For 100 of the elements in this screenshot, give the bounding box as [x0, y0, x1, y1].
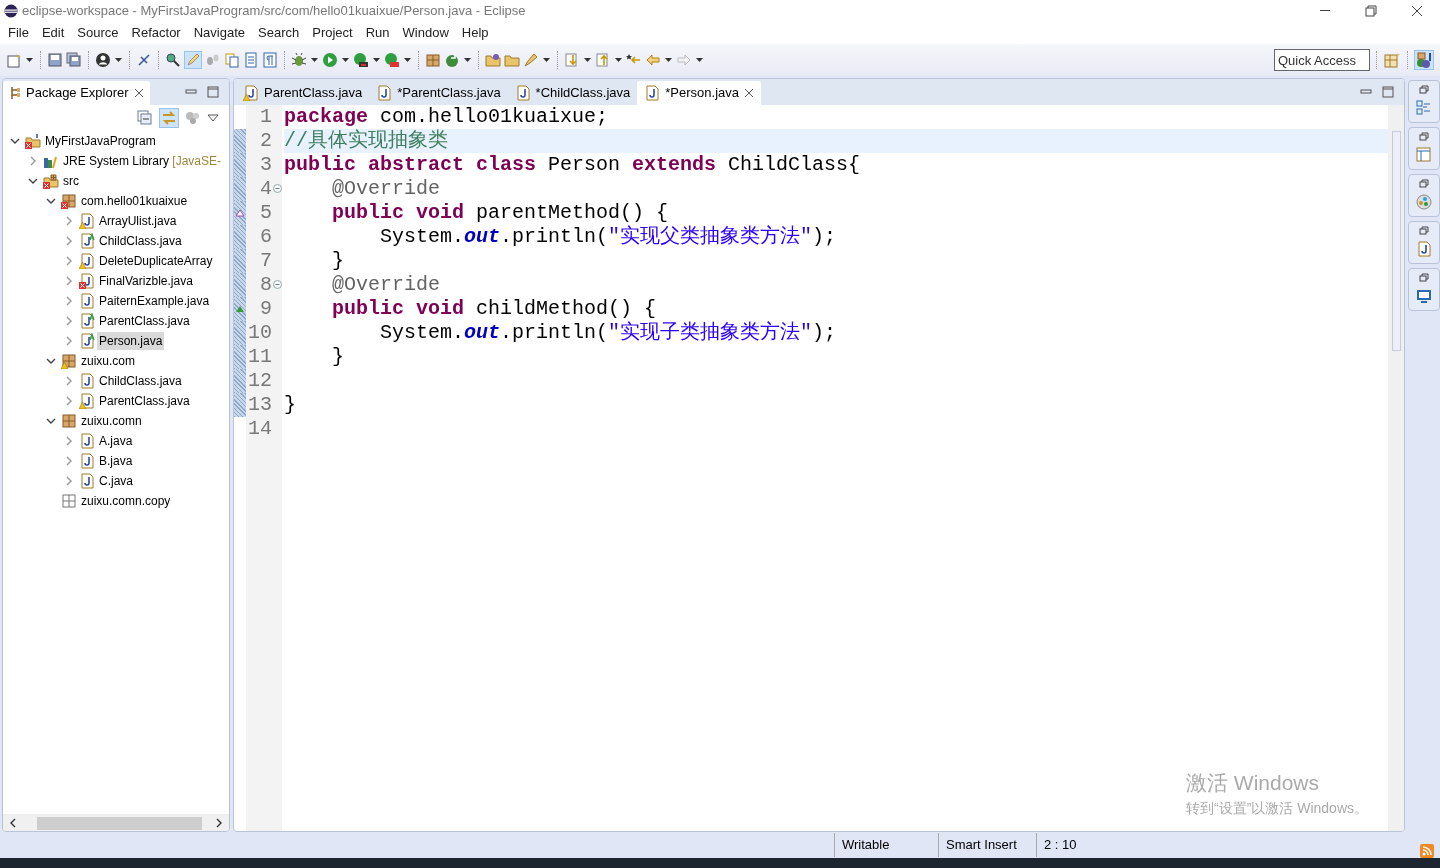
filter-icon[interactable]	[185, 110, 201, 126]
menu-item[interactable]: Navigate	[188, 23, 253, 43]
list-icon[interactable]	[243, 52, 259, 68]
caret-icon[interactable]	[542, 56, 551, 64]
tree-item[interactable]: ArrayUlist.java	[97, 212, 179, 230]
menu-item[interactable]: Run	[360, 23, 398, 43]
tree-item[interactable]: C.java	[97, 472, 135, 490]
hollow-triangle-icon[interactable]	[235, 209, 245, 217]
window-title: eclipse-workspace - MyFirstJavaProgram/src/com/hello01kuaixue/Person.java - Eclipse	[22, 2, 526, 21]
tree-item[interactable]: src	[61, 172, 81, 190]
view-tab[interactable]: Package Explorer	[3, 81, 150, 105]
tree-item[interactable]: A.java	[97, 432, 135, 450]
outline-icon[interactable]	[1416, 100, 1432, 116]
scrollbar[interactable]	[3, 814, 229, 831]
tree-item[interactable]: zuixu.com	[79, 352, 138, 370]
open-folder-icon[interactable]	[485, 52, 501, 68]
tree-item[interactable]: ParentClass.java	[97, 392, 192, 410]
caret-icon[interactable]	[341, 56, 350, 64]
menu-item[interactable]: Source	[72, 23, 127, 43]
caret-icon[interactable]	[664, 56, 673, 64]
tree-item[interactable]: FinalVarizble.java	[97, 272, 195, 290]
paragraph-icon[interactable]	[262, 52, 278, 68]
feed-icon[interactable]	[1420, 844, 1434, 858]
close-icon[interactable]	[1410, 4, 1424, 18]
toggle-button[interactable]	[184, 51, 202, 69]
menu-item[interactable]: Edit	[36, 23, 73, 43]
caret-icon[interactable]	[614, 56, 623, 64]
restore-icon[interactable]	[1419, 179, 1429, 188]
java-file-icon[interactable]	[1416, 241, 1432, 257]
tree-item[interactable]: ChildClass.java	[97, 232, 184, 250]
tree-item[interactable]: PaiternExample.java	[97, 292, 212, 310]
restore-icon[interactable]	[1419, 273, 1429, 282]
caret-icon[interactable]	[695, 56, 704, 64]
caret-icon[interactable]	[463, 56, 472, 64]
menu-item[interactable]: Project	[307, 23, 361, 43]
caret-icon[interactable]	[310, 56, 319, 64]
line-number: 8	[260, 272, 272, 298]
window-icon[interactable]	[1416, 147, 1432, 163]
tree-item[interactable]: DeleteDuplicateArray	[97, 252, 215, 270]
java-perspective-button[interactable]	[1414, 50, 1434, 70]
caret-icon[interactable]	[372, 56, 381, 64]
editor-tab[interactable]: *Person.java	[637, 81, 761, 105]
collapse-icon[interactable]	[273, 184, 282, 193]
editor-tab[interactable]: *ParentClass.java	[369, 81, 508, 105]
restore-icon[interactable]	[1419, 226, 1429, 235]
menu-item[interactable]: File	[3, 23, 37, 43]
editor-tab[interactable]: ParentClass.java	[236, 81, 370, 105]
java-perspective-icon	[1415, 51, 1433, 69]
pages-icon[interactable]	[224, 52, 240, 68]
perspective-icon[interactable]	[1383, 51, 1401, 69]
line-number: 6	[260, 224, 272, 250]
tree-item[interactable]: Person.java	[97, 332, 165, 350]
caret-icon[interactable]	[583, 56, 592, 64]
caret-icon[interactable]	[403, 56, 412, 64]
disks-icon[interactable]	[66, 52, 82, 68]
collapse-icon[interactable]	[273, 280, 282, 289]
tree-item[interactable]: ParentClass.java	[97, 312, 192, 330]
tree-item[interactable]: MyFirstJavaProgram	[43, 132, 158, 150]
activation-title: 激活 Windows	[1186, 769, 1320, 796]
restore-icon[interactable]	[1419, 85, 1429, 94]
scrollbar[interactable]	[1388, 105, 1404, 831]
tree-item[interactable]: com.hello01kuaixue	[79, 192, 190, 210]
tree-item[interactable]: zuixu.comn	[79, 412, 144, 430]
code-line: @Override	[331, 177, 441, 200]
refresh-icon[interactable]	[444, 52, 460, 68]
package-icon[interactable]	[425, 52, 441, 68]
line-number: 13	[248, 392, 272, 418]
tree-item[interactable]: ChildClass.java	[97, 372, 184, 390]
editor-tab[interactable]: *ChildClass.java	[507, 81, 638, 105]
folder-icon[interactable]	[504, 52, 520, 68]
person-icon[interactable]	[95, 52, 111, 68]
java-file-icon	[376, 85, 393, 101]
quick-access-field[interactable]: Quick Access	[1274, 49, 1370, 71]
maximize-icon[interactable]	[1382, 86, 1394, 98]
scroll-right-icon[interactable]	[215, 818, 223, 828]
view-menu-icon[interactable]	[207, 113, 219, 123]
tree-item[interactable]: B.java	[97, 452, 135, 470]
bug-icon[interactable]	[291, 52, 307, 68]
close-icon[interactable]	[133, 88, 144, 98]
maximize-icon[interactable]	[207, 86, 219, 98]
tree-item[interactable]: zuixu.comn.copy	[79, 492, 173, 510]
menu-item[interactable]: Refactor	[126, 23, 189, 43]
menu-item[interactable]: Search	[253, 23, 308, 43]
menu-item[interactable]: Help	[456, 23, 497, 43]
status-text: 2 : 10	[1044, 836, 1077, 855]
code-line: System.out.println("实现子类抽象类方法");	[379, 321, 837, 344]
close-icon[interactable]	[744, 88, 754, 98]
java-file-icon	[79, 453, 95, 469]
palette-icon[interactable]	[1416, 194, 1432, 210]
view-title: Package Explorer	[26, 84, 129, 103]
restore-icon[interactable]	[1364, 4, 1378, 18]
collapse-all-icon[interactable]	[137, 110, 153, 126]
scroll-left-icon[interactable]	[9, 818, 17, 828]
restore-icon[interactable]	[1419, 132, 1429, 141]
triangle-icon[interactable]	[235, 305, 245, 313]
menu-item[interactable]: Window	[397, 23, 457, 43]
caret-icon[interactable]	[25, 56, 34, 64]
two-arrows-icon	[160, 109, 178, 127]
caret-icon[interactable]	[114, 56, 123, 64]
monitor-icon[interactable]	[1416, 288, 1432, 304]
